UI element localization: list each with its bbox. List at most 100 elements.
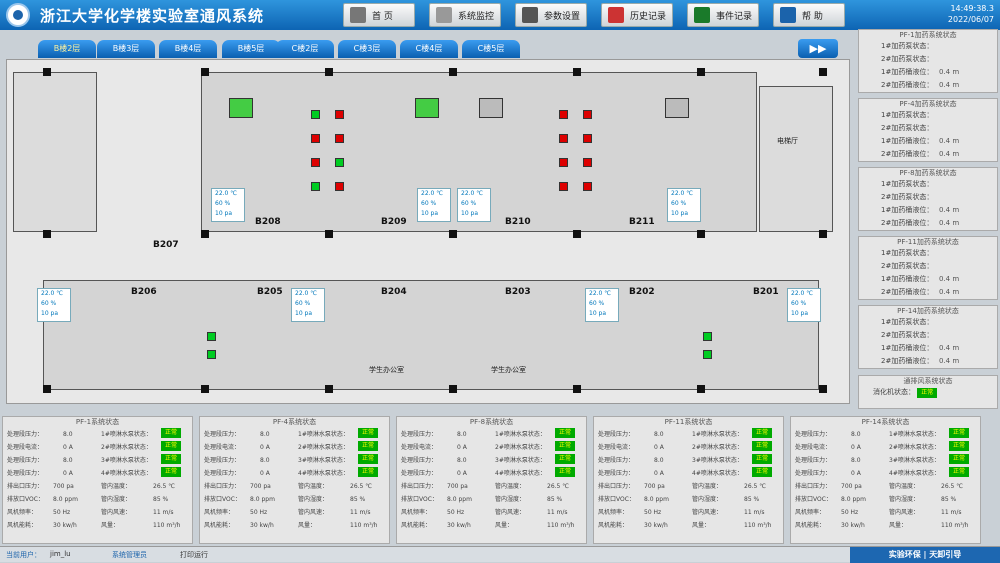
status-text: 1#喷淋水泵状态： bbox=[495, 431, 546, 438]
valve-closed[interactable] bbox=[583, 110, 592, 119]
status-text: 2#喷淋水泵状态： bbox=[889, 444, 940, 451]
measure-text: 风机能耗： bbox=[401, 522, 432, 529]
valve-closed[interactable] bbox=[583, 158, 592, 167]
valve-closed[interactable] bbox=[559, 134, 568, 143]
room-sensor[interactable]: 22.0 ℃ 60 % 10 pa bbox=[291, 288, 325, 322]
measure-text: 排放口VOC： bbox=[204, 496, 241, 503]
room-sensor[interactable]: 22.0 ℃ 60 % 10 pa bbox=[211, 188, 245, 222]
valve-closed[interactable] bbox=[559, 158, 568, 167]
status-text: 3#喷淋水泵状态： bbox=[889, 457, 940, 464]
valve-closed[interactable] bbox=[559, 110, 568, 119]
valve-open[interactable] bbox=[311, 110, 320, 119]
tab-b4[interactable]: B楼4层 bbox=[159, 40, 217, 58]
room-sensor[interactable]: 22.0 ℃ 60 % 10 pa bbox=[667, 188, 701, 222]
room-b211[interactable]: B211 bbox=[629, 217, 655, 227]
measure-text: 管内温度： bbox=[495, 483, 526, 490]
valve-closed[interactable] bbox=[311, 158, 320, 167]
measure-row: 排放口VOC： 8.0 ppm 管内湿度： 85 % bbox=[397, 493, 586, 506]
measure-text: 排出口压力： bbox=[7, 483, 44, 490]
status-row: 处理段压力： 8.0 3#喷淋水泵状态： 正常 bbox=[594, 454, 783, 467]
valve-closed[interactable] bbox=[583, 134, 592, 143]
column bbox=[325, 68, 333, 76]
events-button[interactable]: 事件记录 bbox=[687, 3, 759, 27]
measure-text: 110 m³/h bbox=[941, 522, 969, 529]
room-b205[interactable]: B205 bbox=[257, 287, 283, 297]
valve-closed[interactable] bbox=[335, 134, 344, 143]
valve-closed[interactable] bbox=[559, 182, 568, 191]
room-b201[interactable]: B201 bbox=[753, 287, 779, 297]
valve-open[interactable] bbox=[207, 350, 216, 359]
room-sensor[interactable]: 22.0 ℃ 60 % 10 pa bbox=[457, 188, 491, 222]
room-sensor[interactable]: 22.0 ℃ 60 % 10 pa bbox=[585, 288, 619, 322]
status-text: 4#喷淋水泵状态： bbox=[495, 470, 546, 477]
room-b210[interactable]: B210 bbox=[505, 217, 531, 227]
valve-closed[interactable] bbox=[583, 182, 592, 191]
status-text: 处理段压力： bbox=[795, 470, 832, 477]
measure-text: 风量： bbox=[101, 522, 120, 529]
valve-closed[interactable] bbox=[335, 110, 344, 119]
status-text: 0 A bbox=[63, 470, 73, 477]
measure-text: 110 m³/h bbox=[350, 522, 378, 529]
column bbox=[697, 385, 705, 393]
tab-b3[interactable]: B楼3层 bbox=[97, 40, 155, 58]
room-sensor[interactable]: 22.0 ℃ 60 % 10 pa bbox=[787, 288, 821, 322]
tab-c4[interactable]: C楼4层 bbox=[400, 40, 458, 58]
measure-text: 管内风速： bbox=[495, 509, 526, 516]
valve-closed[interactable] bbox=[311, 134, 320, 143]
current-user: jim_lu bbox=[50, 550, 71, 558]
exhaust-fan-running[interactable] bbox=[415, 98, 439, 118]
tab-b2[interactable]: B楼2层 bbox=[38, 40, 96, 58]
settings-button[interactable]: 参数设置 bbox=[515, 3, 587, 27]
valve-open[interactable] bbox=[311, 182, 320, 191]
room-sensor[interactable]: 22.0 ℃ 60 % 10 pa bbox=[37, 288, 71, 322]
dosing-panel-pf14: PF-14加药系统状态 1#加药泵状态： 2#加药泵状态： 1#加药桶液位： 0.… bbox=[858, 305, 998, 369]
clock: 14:49:38.3 2022/06/07 bbox=[947, 4, 994, 24]
status-row: 处理段压力： 0 A 4#喷淋水泵状态： 正常 bbox=[3, 467, 192, 480]
valve-open[interactable] bbox=[335, 158, 344, 167]
history-button[interactable]: 历史记录 bbox=[601, 3, 673, 27]
column bbox=[325, 385, 333, 393]
room-b202[interactable]: B202 bbox=[629, 287, 655, 297]
tab-c5[interactable]: C楼5层 bbox=[462, 40, 520, 58]
tab-b5[interactable]: B楼5层 bbox=[222, 40, 280, 58]
status-row: 处理段压力： 8.0 1#喷淋水泵状态： 正常 bbox=[594, 428, 783, 441]
measure-text: 管内湿度： bbox=[889, 496, 920, 503]
status-row: 处理段压力： 8.0 1#喷淋水泵状态： 正常 bbox=[200, 428, 389, 441]
status-text: 0 A bbox=[851, 470, 861, 477]
status-text: 2#喷淋水泵状态： bbox=[692, 444, 743, 451]
measure-text: 管内温度： bbox=[101, 483, 132, 490]
measure-text: 50 Hz bbox=[250, 509, 268, 516]
status-text: 8.0 bbox=[457, 431, 467, 438]
room-b208[interactable]: B208 bbox=[255, 217, 281, 227]
valve-open[interactable] bbox=[207, 332, 216, 341]
room-b207[interactable]: B207 bbox=[153, 240, 179, 250]
status-text: 2#喷淋水泵状态： bbox=[101, 444, 152, 451]
next-page-button[interactable]: ▶▶ bbox=[798, 39, 838, 58]
status-text: 处理段电流： bbox=[795, 444, 832, 451]
status-row: 处理段压力： 8.0 3#喷淋水泵状态： 正常 bbox=[3, 454, 192, 467]
room-b204[interactable]: B204 bbox=[381, 287, 407, 297]
exhaust-fan-idle[interactable] bbox=[479, 98, 503, 118]
valve-open[interactable] bbox=[703, 332, 712, 341]
monitor-button[interactable]: 系统监控 bbox=[429, 3, 501, 27]
room-b209[interactable]: B209 bbox=[381, 217, 407, 227]
wrench-icon bbox=[522, 7, 538, 23]
exhaust-fan-idle[interactable] bbox=[665, 98, 689, 118]
tab-c2[interactable]: C楼2层 bbox=[276, 40, 334, 58]
valve-open[interactable] bbox=[703, 350, 712, 359]
exhaust-fan-running[interactable] bbox=[229, 98, 253, 118]
column bbox=[573, 68, 581, 76]
help-button[interactable]: 帮 助 bbox=[773, 3, 845, 27]
status-row: 处理段电流： 0 A 2#喷淋水泵状态： 正常 bbox=[594, 441, 783, 454]
measure-row: 排出口压力： 700 pa 管内温度： 26.5 ℃ bbox=[200, 480, 389, 493]
room-sensor[interactable]: 22.0 ℃ 60 % 10 pa bbox=[417, 188, 451, 222]
column bbox=[697, 68, 705, 76]
home-button[interactable]: 首 页 bbox=[343, 3, 415, 27]
room-b203[interactable]: B203 bbox=[505, 287, 531, 297]
room-b206[interactable]: B206 bbox=[131, 287, 157, 297]
status-bar: 当前用户： jim_lu 系统管理员 打印运行 实验环保 | 天卸引导 bbox=[0, 546, 1000, 563]
status-row: 处理段电流： 0 A 2#喷淋水泵状态： 正常 bbox=[791, 441, 980, 454]
valve-closed[interactable] bbox=[335, 182, 344, 191]
tab-c3[interactable]: C楼3层 bbox=[338, 40, 396, 58]
measure-text: 风机能耗： bbox=[204, 522, 235, 529]
